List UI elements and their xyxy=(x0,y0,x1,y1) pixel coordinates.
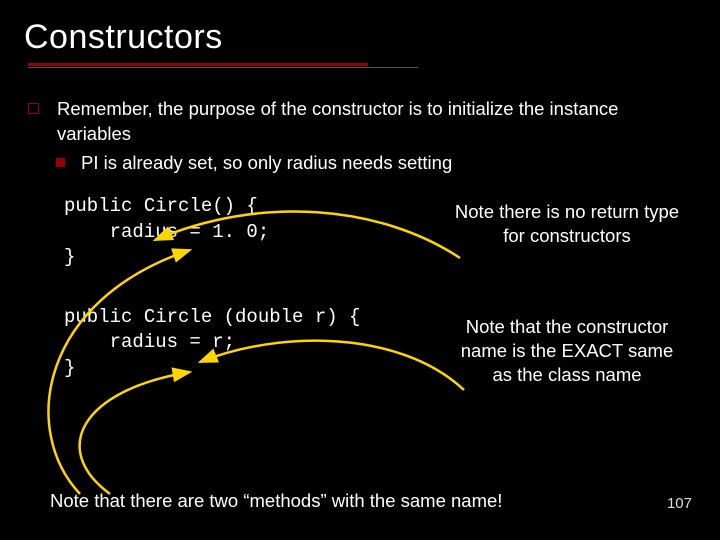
slide-title: Constructors xyxy=(24,18,692,57)
callout-1: Note there is no return type for constru… xyxy=(452,200,682,248)
slide: Constructors Remember, the purpose of th… xyxy=(0,0,720,540)
bullet-icon xyxy=(28,103,39,114)
code-block-2: public Circle (double r) { radius = r; } xyxy=(64,305,360,382)
footer-note: Note that there are two “methods” with t… xyxy=(50,490,502,512)
code-block-2-row: public Circle (double r) { radius = r; }… xyxy=(64,305,682,387)
code-block-1: public Circle() { radius = 1. 0; } xyxy=(64,194,269,271)
bullet2-text: PI is already set, so only radius needs … xyxy=(81,151,452,176)
bullet-level2: PI is already set, so only radius needs … xyxy=(28,151,692,176)
content-area: Remember, the purpose of the constructor… xyxy=(28,97,692,387)
subbullet-icon xyxy=(56,158,65,167)
code-block-1-row: public Circle() { radius = 1. 0; } Note … xyxy=(64,194,682,271)
page-number: 107 xyxy=(667,495,692,512)
bullet1-text: Remember, the purpose of the constructor… xyxy=(57,97,692,147)
callout-2: Note that the constructor name is the EX… xyxy=(452,315,682,387)
bullet-level1: Remember, the purpose of the constructor… xyxy=(28,97,692,147)
title-underline xyxy=(28,63,418,69)
